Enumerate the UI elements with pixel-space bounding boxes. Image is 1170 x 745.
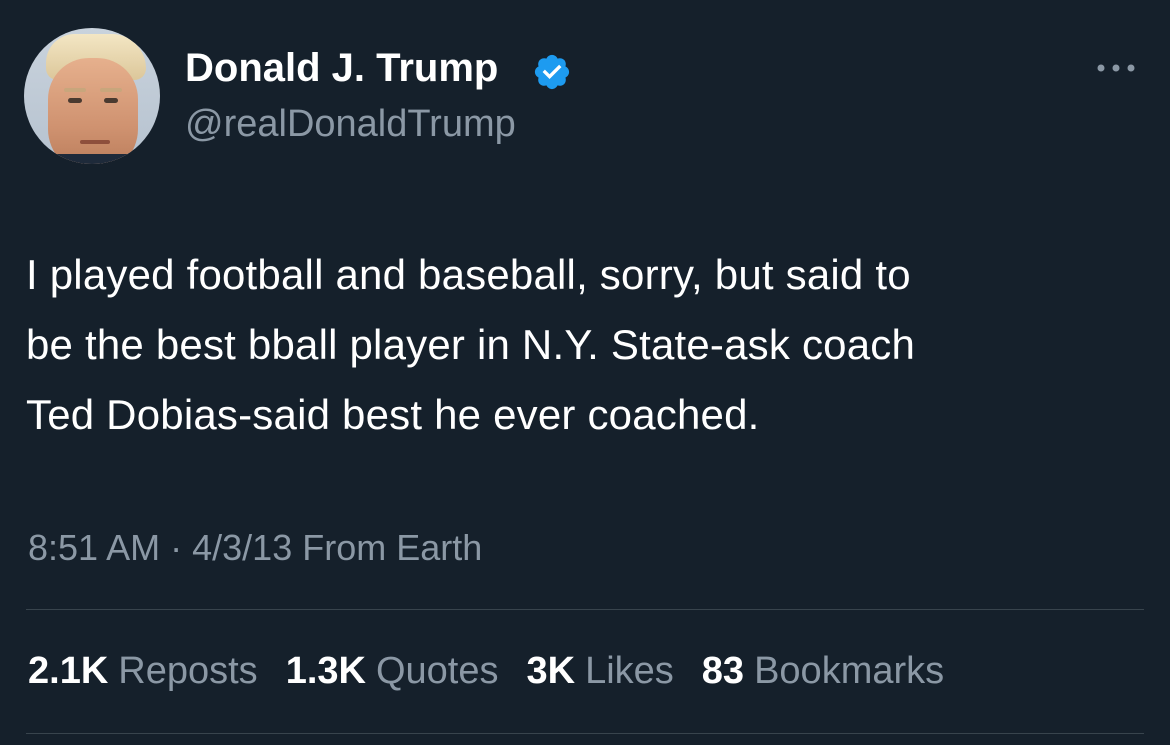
reposts-stat[interactable]: 2.1K Reposts <box>28 646 258 696</box>
stat-label: Reposts <box>118 650 258 692</box>
tweet-text: I played football and baseball, sorry, b… <box>26 240 1146 450</box>
meta-separator: · <box>170 527 183 568</box>
handle[interactable]: @realDonaldTrump <box>185 100 516 148</box>
avatar[interactable] <box>24 28 160 164</box>
tweet-source: From Earth <box>302 527 483 568</box>
stat-label: Likes <box>585 650 674 692</box>
stat-label: Quotes <box>375 650 499 692</box>
divider <box>26 733 1144 734</box>
bookmarks-stat[interactable]: 83 Bookmarks <box>702 646 944 696</box>
tweet-time[interactable]: 8:51 AM <box>28 527 160 568</box>
divider <box>26 609 1144 610</box>
tweet-line: I played football and baseball, sorry, b… <box>26 251 911 298</box>
tweet-date[interactable]: 4/3/13 <box>192 527 292 568</box>
stat-count: 1.3K <box>285 650 366 692</box>
stat-count: 2.1K <box>28 650 109 692</box>
more-options-icon[interactable] <box>1092 58 1140 78</box>
stat-label: Bookmarks <box>754 650 945 692</box>
likes-stat[interactable]: 3K Likes <box>527 646 674 696</box>
stat-count: 3K <box>526 650 576 692</box>
stat-count: 83 <box>701 650 745 692</box>
tweet-line: be the best bball player in N.Y. State-a… <box>26 321 916 368</box>
quotes-stat[interactable]: 1.3K Quotes <box>286 646 499 696</box>
tweet-card: Donald J. Trump @realDonaldTrump I playe… <box>0 0 1170 745</box>
engagement-stats: 2.1K Reposts 1.3K Quotes 3K Likes 83 Boo… <box>28 646 944 696</box>
verified-badge-icon <box>534 54 570 90</box>
tweet-line: Ted Dobias-said best he ever coached. <box>26 391 760 438</box>
tweet-meta: 8:51 AM · 4/3/13 From Earth <box>28 524 482 572</box>
display-name[interactable]: Donald J. Trump <box>185 42 498 94</box>
